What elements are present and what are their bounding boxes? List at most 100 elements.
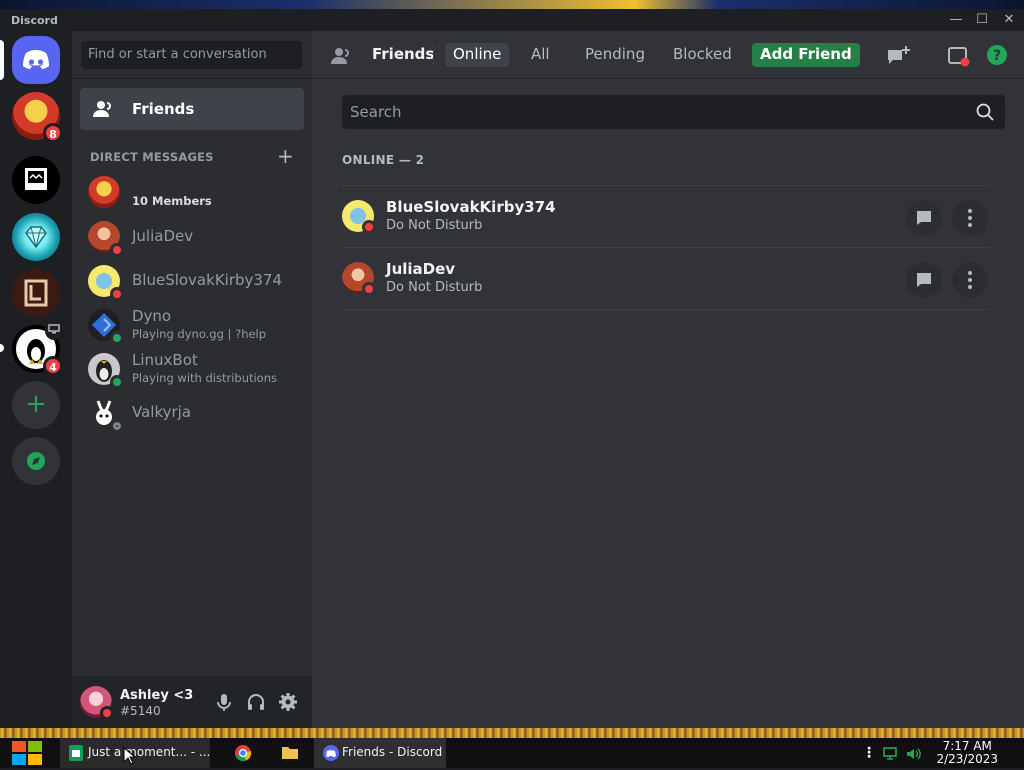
sheets-icon (69, 745, 83, 765)
tab-pending[interactable]: Pending (577, 43, 653, 67)
dm-name: BlueSlovakKirby374 (132, 271, 283, 289)
mouse-cursor-icon (123, 746, 137, 769)
taskbar-item-chrome[interactable] (222, 738, 264, 768)
svg-text:?: ? (993, 48, 1001, 64)
group-avatar (88, 176, 120, 208)
headphones-icon[interactable] (246, 692, 266, 712)
desktop-wallpaper-strip (0, 0, 1024, 9)
chat-bubble-icon (917, 211, 931, 225)
friend-name: JuliaDev (386, 260, 456, 278)
dm-members: 10 Members (132, 194, 212, 208)
taskbar-label: Friends - Discord (342, 745, 443, 759)
friends-search-input[interactable]: Search (342, 95, 1005, 129)
close-button[interactable]: ✕ (997, 11, 1021, 29)
tab-blocked[interactable]: Blocked (665, 43, 740, 67)
discord-logo-icon (12, 36, 60, 84)
selected-indicator (0, 40, 4, 80)
kebab-menu-icon (968, 271, 972, 289)
friends-icon (92, 99, 114, 123)
friends-topbar: Friends Online All Pending Blocked Add F… (312, 31, 1024, 79)
dnd-status-icon (110, 287, 124, 301)
settings-gear-icon[interactable] (278, 692, 298, 712)
home-button[interactable] (12, 36, 60, 84)
kebab-menu-icon (968, 209, 972, 227)
dm-item-valkyrja[interactable]: Valkyrja (80, 392, 304, 434)
dm-item-dyno[interactable]: Dyno Playing dyno.gg | ?help (80, 304, 304, 346)
message-button[interactable] (906, 200, 942, 236)
chat-bubble-icon (917, 273, 931, 287)
username: Ashley <3 (120, 688, 194, 703)
friend-row-juliadev[interactable]: JuliaDev Do Not Disturb (342, 247, 989, 309)
dnd-status-icon (362, 282, 376, 296)
dm-item-juliadev[interactable]: JuliaDev (80, 216, 304, 258)
window-titlebar: Discord — ☐ ✕ (0, 9, 1024, 31)
taskbar-item-sheets[interactable]: Just a moment... - ... (60, 738, 210, 768)
new-group-dm-icon[interactable] (886, 44, 912, 72)
sidebar-item-friends[interactable]: Friends (80, 88, 304, 130)
network-icon[interactable] (882, 746, 900, 766)
compass-icon (12, 437, 60, 485)
friends-icon (330, 46, 352, 70)
add-server-button[interactable]: + (12, 381, 60, 429)
dm-sidebar: Find or start a conversation Friends DIR… (72, 31, 312, 728)
find-conversation-input[interactable]: Find or start a conversation (81, 41, 302, 69)
volume-icon[interactable] (905, 746, 923, 766)
create-dm-plus-icon[interactable]: + (277, 144, 294, 168)
server-icon-5[interactable]: 4 (12, 322, 63, 376)
mention-badge: 4 (43, 356, 63, 376)
inbox-icon[interactable] (946, 44, 970, 72)
user-panel: Ashley <3 #5140 (72, 676, 312, 728)
windows-start-icon[interactable] (11, 740, 43, 770)
divider (342, 309, 989, 310)
dm-item-group[interactable]: 10 Members (80, 171, 304, 213)
overflow-dots-icon[interactable]: ⋮ (862, 745, 876, 761)
dnd-status-icon (110, 243, 124, 257)
server-avatar-icon (12, 156, 60, 204)
taskbar-item-discord[interactable]: Friends - Discord (314, 738, 446, 768)
dm-item-blueslovakkirby374[interactable]: BlueSlovakKirby374 (80, 260, 304, 302)
friend-status-text: Do Not Disturb (386, 218, 483, 233)
chrome-icon (234, 744, 252, 766)
discord-icon (323, 745, 339, 765)
dm-activity: Playing with distributions (132, 371, 278, 385)
friend-status-text: Do Not Disturb (386, 280, 483, 295)
more-options-button[interactable] (952, 200, 988, 236)
friends-label: Friends (132, 100, 195, 118)
microphone-icon[interactable] (214, 692, 234, 712)
explore-servers-button[interactable] (12, 437, 60, 485)
server-icon-4[interactable] (12, 269, 60, 317)
add-friend-button[interactable]: Add Friend (752, 43, 860, 67)
desktop-wallpaper-strip (0, 728, 1024, 738)
dm-item-linuxbot[interactable]: LinuxBot Playing with distributions (80, 348, 304, 390)
dm-name: LinuxBot (132, 351, 198, 369)
unread-indicator (0, 344, 4, 352)
message-button[interactable] (906, 262, 942, 298)
dm-name: Valkyrja (132, 403, 192, 421)
online-status-icon (110, 375, 124, 389)
page-title: Friends (372, 45, 435, 63)
tab-online[interactable]: Online (445, 43, 510, 67)
minimize-button[interactable]: — (944, 11, 968, 29)
help-icon[interactable]: ? (986, 44, 1008, 70)
server-avatar-icon (12, 269, 60, 317)
divider (72, 78, 312, 79)
tab-all[interactable]: All (523, 43, 558, 67)
plus-icon: + (12, 381, 60, 429)
friend-name: BlueSlovakKirby374 (386, 198, 556, 216)
server-icon-2[interactable] (12, 156, 60, 204)
clock-date: 2/23/2023 (936, 752, 998, 766)
taskbar-label: Just a moment... - ... (88, 745, 211, 759)
server-icon-1[interactable]: 8 (12, 92, 63, 143)
taskbar-item-file-explorer[interactable] (268, 738, 310, 768)
friend-row-blueslovakkirby374[interactable]: BlueSlovakKirby374 Do Not Disturb (342, 185, 989, 247)
divider (433, 45, 434, 65)
dm-name: Dyno (132, 307, 172, 325)
more-options-button[interactable] (952, 262, 988, 298)
server-icon-3[interactable] (12, 213, 60, 261)
app-name: Discord (11, 14, 58, 27)
online-status-icon (110, 331, 124, 345)
maximize-button[interactable]: ☐ (970, 11, 994, 29)
offline-status-icon (110, 419, 124, 433)
dnd-status-icon (362, 220, 376, 234)
system-clock[interactable]: 7:17 AM 2/23/2023 (936, 740, 998, 766)
